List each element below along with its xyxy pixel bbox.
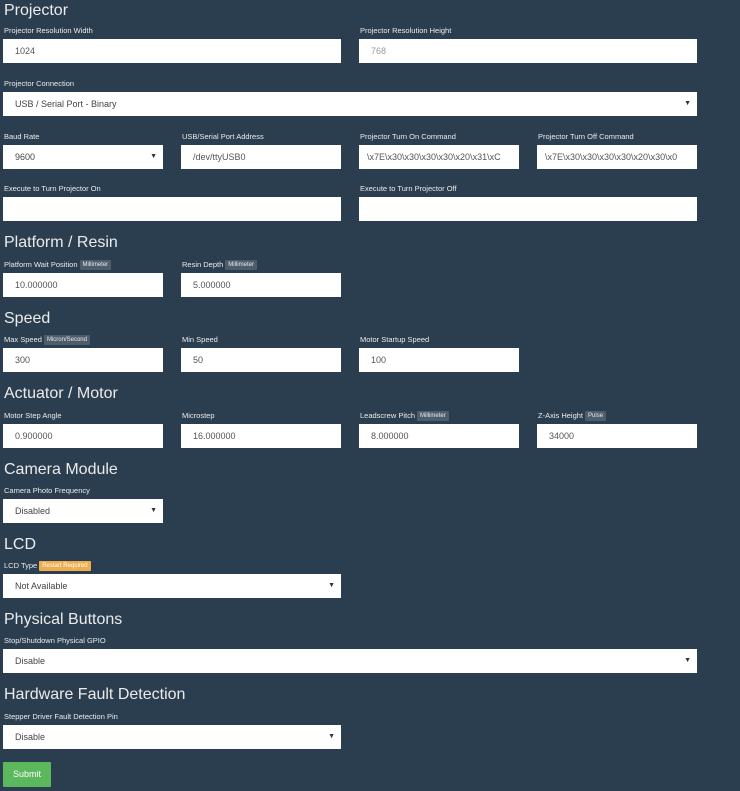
resin-depth-label: Resin Depth Millimeter — [182, 260, 257, 270]
stop-shutdown-gpio-value: Disable — [15, 656, 46, 666]
chevron-down-icon: ▼ — [150, 153, 157, 160]
section-title-camera: Camera Module — [4, 461, 118, 478]
projector-on-command-input[interactable]: \x7E\x30\x30\x30\x30\x20\x31\xC — [359, 145, 519, 169]
section-title-lcd: LCD — [4, 536, 37, 553]
z-axis-height-input[interactable]: 34000 — [537, 424, 697, 448]
chevron-down-icon: ▼ — [684, 100, 691, 107]
unit-badge: Millimeter — [225, 260, 257, 270]
resin-depth-input[interactable]: 5.000000 — [181, 273, 341, 297]
fault-detection-pin-select[interactable]: Disable ▼ — [3, 725, 341, 749]
baud-rate-label: Baud Rate — [4, 132, 40, 141]
projector-resolution-height-input[interactable]: 768 — [359, 39, 697, 63]
unit-badge: Pulse — [585, 411, 607, 421]
serial-port-address-input[interactable]: /dev/ttyUSB0 — [181, 145, 341, 169]
section-title-buttons: Physical Buttons — [4, 611, 123, 628]
stop-shutdown-gpio-select[interactable]: Disable ▼ — [3, 649, 697, 673]
section-title-projector: Projector — [4, 2, 69, 19]
projector-off-command-input[interactable]: \x7E\x30\x30\x30\x30\x20\x30\x0 — [537, 145, 697, 169]
projector-connection-label: Projector Connection — [4, 79, 75, 88]
projector-off-command-label: Projector Turn Off Command — [538, 132, 634, 141]
leadscrew-pitch-label: Leadscrew Pitch Millimeter — [360, 411, 449, 421]
lcd-type-text: LCD Type — [4, 561, 38, 570]
chevron-down-icon: ▼ — [684, 657, 691, 664]
unit-badge: Micron/Second — [43, 335, 90, 345]
section-title-fault: Hardware Fault Detection — [4, 686, 186, 703]
projector-resolution-width-label: Projector Resolution Width — [4, 26, 93, 35]
motor-startup-speed-label: Motor Startup Speed — [360, 335, 430, 344]
execute-off-input[interactable] — [359, 197, 697, 221]
leadscrew-pitch-input[interactable]: 8.000000 — [359, 424, 519, 448]
section-title-speed: Speed — [4, 310, 51, 327]
z-axis-height-text: Z-Axis Height — [538, 411, 584, 420]
execute-on-label: Execute to Turn Projector On — [4, 184, 101, 193]
fault-detection-pin-label: Stepper Driver Fault Detection Pin — [4, 712, 118, 721]
max-speed-input[interactable]: 300 — [3, 348, 163, 372]
motor-step-angle-label: Motor Step Angle — [4, 411, 62, 420]
execute-on-input[interactable] — [3, 197, 341, 221]
projector-resolution-height-label: Projector Resolution Height — [360, 26, 452, 35]
chevron-down-icon: ▼ — [150, 507, 157, 514]
stop-shutdown-gpio-label: Stop/Shutdown Physical GPIO — [4, 636, 106, 645]
motor-step-angle-input[interactable]: 0.900000 — [3, 424, 163, 448]
platform-wait-position-text: Platform Wait Position — [4, 260, 78, 269]
fault-detection-pin-value: Disable — [15, 732, 46, 742]
microstep-input[interactable]: 16.000000 — [181, 424, 341, 448]
motor-startup-speed-input[interactable]: 100 — [359, 348, 519, 372]
baud-rate-value: 9600 — [15, 152, 36, 162]
platform-wait-position-label: Platform Wait Position Millimeter — [4, 260, 112, 270]
baud-rate-select[interactable]: 9600 ▼ — [3, 145, 163, 169]
min-speed-input[interactable]: 50 — [181, 348, 341, 372]
lcd-type-label: LCD Type Restart Required — [4, 561, 91, 571]
max-speed-text: Max Speed — [4, 335, 42, 344]
restart-required-badge: Restart Required — [39, 561, 91, 571]
lcd-type-value: Not Available — [15, 581, 68, 591]
projector-connection-value: USB / Serial Port - Binary — [15, 99, 117, 109]
execute-off-label: Execute to Turn Projector Off — [360, 184, 457, 193]
serial-port-address-label: USB/Serial Port Address — [182, 132, 264, 141]
camera-photo-frequency-label: Camera Photo Frequency — [4, 486, 90, 495]
min-speed-label: Min Speed — [182, 335, 218, 344]
platform-wait-position-input[interactable]: 10.000000 — [3, 273, 163, 297]
chevron-down-icon: ▼ — [328, 733, 335, 740]
camera-photo-frequency-value: Disabled — [15, 506, 51, 516]
camera-photo-frequency-select[interactable]: Disabled ▼ — [3, 499, 163, 523]
resin-depth-text: Resin Depth — [182, 260, 224, 269]
projector-on-command-label: Projector Turn On Command — [360, 132, 456, 141]
microstep-label: Microstep — [182, 411, 215, 420]
submit-button[interactable]: Submit — [3, 762, 51, 787]
unit-badge: Millimeter — [417, 411, 449, 421]
lcd-type-select[interactable]: Not Available ▼ — [3, 574, 341, 598]
leadscrew-pitch-text: Leadscrew Pitch — [360, 411, 416, 420]
projector-resolution-width-input[interactable]: 1024 — [3, 39, 341, 63]
z-axis-height-label: Z-Axis Height Pulse — [538, 411, 607, 421]
chevron-down-icon: ▼ — [328, 582, 335, 589]
max-speed-label: Max Speed Micron/Second — [4, 335, 90, 345]
unit-badge: Millimeter — [79, 260, 112, 270]
projector-connection-select[interactable]: USB / Serial Port - Binary ▼ — [3, 92, 697, 116]
section-title-actuator: Actuator / Motor — [4, 385, 118, 402]
section-title-platform: Platform / Resin — [4, 234, 118, 251]
